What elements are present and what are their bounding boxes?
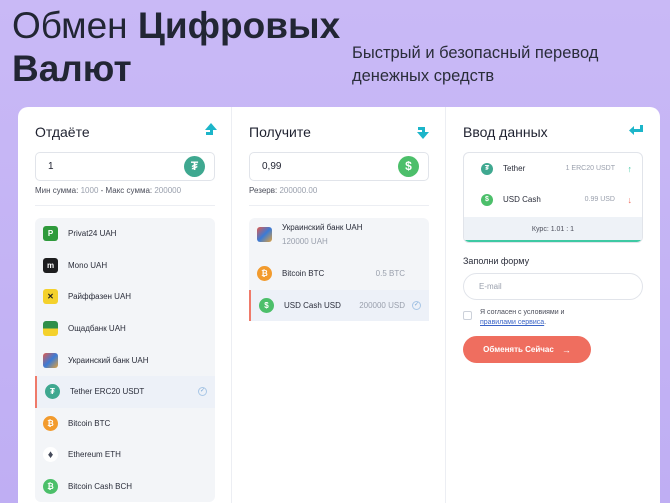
privat24-icon: P [43,226,58,242]
check-icon: ✓ [198,387,207,397]
max-value: 200000 [154,186,182,195]
agree-row: Я согласен с условиями и правилами серви… [463,308,643,328]
give-item-bitcoin-cash[interactable]: ₿ Bitcoin Cash BCH [35,471,215,503]
give-title: Отдаёте [35,124,90,140]
agree-text: Я согласен с условиями и правилами серви… [480,308,564,328]
arrow-down-icon[interactable] [415,122,431,140]
tether-icon: ₮ [184,156,205,177]
form-label: Заполни форму [463,256,530,266]
summary-from: ₮ Tether 1 ERC20 USDT ↑ [464,153,642,184]
reserve-label: Резерв: [249,186,278,195]
give-item-ethereum[interactable]: ♦ Ethereum ETH [35,439,215,471]
get-amount-input[interactable]: 0,99 $ [249,152,429,181]
agree-label: Я согласен с условиями и [480,309,565,316]
arrow-down-icon: ↓ [627,194,633,205]
get-item-ukrbank[interactable]: Украинский банк UAH 120000 UAH [249,218,429,258]
agree-end: . [544,319,547,326]
hero-title-light: Обмен [12,5,128,46]
input-column: Ввод данных ₮ Tether 1 ERC20 USDT ↑ $ US… [446,107,660,503]
give-currency-list: P Privat24 UAH m Mono UAH ✕ Райффазен UA… [35,218,215,503]
reserve-info: Резерв: 200000.00 [249,186,317,195]
give-item-ukrbank[interactable]: Украинский банк UAH [35,344,215,376]
item-amount: 0.5 BTC [375,269,405,279]
summary-to-name: USD Cash [503,195,541,204]
exchange-summary: ₮ Tether 1 ERC20 USDT ↑ $ USD Cash 0.99 … [463,152,643,243]
summary-from-name: Tether [503,164,526,173]
item-label: Украинский банк UAH [68,355,149,365]
item-sub: 120000 UAH [282,237,328,246]
usd-icon: $ [481,193,493,206]
item-label: USD Cash USD [284,300,341,310]
give-column: Отдаёте 1 ₮ Мин сумма: 1000 - Макс сумма… [18,107,232,503]
hero-title: Обмен Цифровых Валют [12,4,352,90]
tether-icon: ₮ [481,162,493,175]
item-label: Райффазен UAH [68,292,132,302]
check-icon: ✓ [412,300,421,310]
bitcoin-icon: ₿ [43,415,58,431]
give-item-mono[interactable]: m Mono UAH [35,250,215,282]
ukrbank-icon [43,352,58,368]
give-item-bitcoin[interactable]: ₿ Bitcoin BTC [35,408,215,440]
hero-subtitle: Быстрый и безопасный перевод денежных ср… [352,44,599,85]
arrow-up-icon: ↑ [627,163,633,174]
reserve-value: 200000.00 [279,186,318,195]
arrow-up-icon[interactable] [203,122,219,140]
item-label: Ощадбанк UAH [68,324,126,334]
give-limits: Мин сумма: 1000 - Макс сумма: 200000 [35,186,181,195]
raiffeisen-icon: ✕ [43,289,58,305]
give-item-privat24[interactable]: P Privat24 UAH [35,218,215,250]
terms-link[interactable]: правилами сервиса [480,319,544,326]
exchange-rate: Курс: 1.01 : 1 [464,217,642,242]
get-column: Получите 0,99 $ Резерв: 200000.00 Украин… [232,107,446,503]
tether-icon: ₮ [45,384,60,400]
min-value: 1000 [80,186,99,195]
hero-title-bold-1: Цифровых [137,5,341,46]
max-label: - Макс сумма: [100,186,153,195]
min-label: Мин сумма: [35,186,79,195]
bitcoin-icon: ₿ [257,266,272,282]
input-title: Ввод данных [463,124,548,140]
summary-from-value: 1 ERC20 USDT [565,165,615,172]
divider [35,205,215,206]
submit-label: Обменять Сейчас [483,345,554,354]
item-label: Ethereum ETH [68,450,121,460]
arrow-right-icon: → [561,344,571,355]
divider [249,205,429,206]
ethereum-icon: ♦ [43,447,58,463]
exchange-now-button[interactable]: Обменять Сейчас → [463,336,591,363]
get-item-usd[interactable]: $ USD Cash USD 200000 USD ✓ [249,289,429,322]
item-label: Bitcoin BTC [282,269,325,279]
email-field[interactable]: E-mail [463,273,643,300]
give-amount-value: 1 [48,161,54,172]
item-label: Украинский банк UAH [282,223,363,232]
item-label: Bitcoin Cash BCH [68,482,133,492]
item-amount: 200000 USD [359,300,405,310]
usd-icon: $ [259,297,274,313]
item-label: Privat24 UAH [68,229,117,239]
monobank-icon: m [43,257,58,273]
get-currency-list: Украинский банк UAH 120000 UAH ₿ Bitcoin… [249,218,429,322]
item-label: Mono UAH [68,260,108,270]
hero-title-bold-2: Валют [12,48,132,89]
ukrbank-icon [257,227,272,242]
usd-icon: $ [398,156,419,177]
bitcoin-cash-icon: ₿ [43,479,58,495]
oschadbank-icon [43,321,58,337]
agree-checkbox[interactable] [463,311,472,320]
summary-to-value: 0.99 USD [584,196,615,203]
summary-to: $ USD Cash 0.99 USD ↓ [464,184,642,215]
exchange-card: Отдаёте 1 ₮ Мин сумма: 1000 - Макс сумма… [18,107,660,503]
get-amount-value: 0,99 [262,161,282,172]
get-item-bitcoin[interactable]: ₿ Bitcoin BTC 0.5 BTC [249,258,429,290]
item-label: Tether ERC20 USDT [70,387,145,397]
item-label: Bitcoin BTC [68,418,111,428]
give-item-tether[interactable]: ₮ Tether ERC20 USDT ✓ [35,375,215,408]
give-amount-input[interactable]: 1 ₮ [35,152,215,181]
return-arrow-icon [629,125,643,135]
give-item-raiffeisen[interactable]: ✕ Райффазен UAH [35,281,215,313]
get-title: Получите [249,124,311,140]
give-item-oschadbank[interactable]: Ощадбанк UAH [35,313,215,345]
